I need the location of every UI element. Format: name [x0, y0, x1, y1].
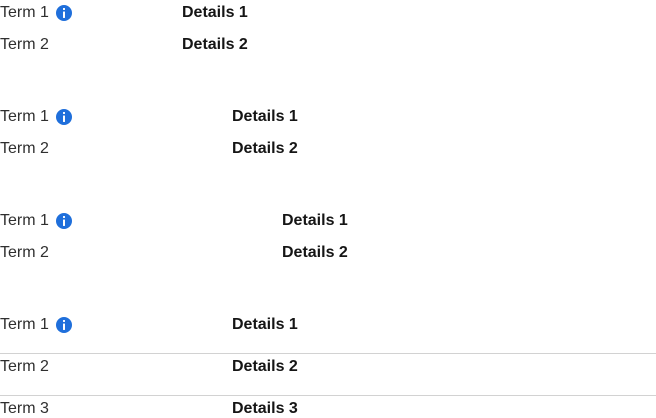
info-icon[interactable] [55, 109, 72, 125]
details-value: Details 2 [232, 358, 298, 375]
term-cell: Term 1 [0, 208, 72, 234]
description-list-row: Term 2 Details 2 [0, 240, 656, 272]
term-cell: Term 2 [0, 136, 49, 162]
info-icon[interactable] [55, 213, 72, 229]
term-cell: Term 1 [0, 312, 72, 338]
description-list-row: Term 1 Details 1 [0, 208, 656, 240]
term-label: Term 1 [0, 108, 49, 125]
details-value: Details 3 [232, 400, 298, 417]
term-label: Term 2 [0, 244, 49, 261]
term-cell: Term 1 [0, 104, 72, 130]
description-list-row: Term 2 Details 2 [0, 32, 656, 64]
details-value: Details 1 [182, 4, 248, 21]
term-label: Term 1 [0, 316, 49, 333]
term-label: Term 1 [0, 212, 49, 229]
description-list-row: Term 3 Details 3 [0, 396, 656, 418]
term-cell: Term 2 [0, 240, 49, 266]
term-cell: Term 2 [0, 32, 49, 58]
details-value: Details 2 [182, 36, 248, 53]
details-value: Details 1 [282, 212, 348, 229]
term-label: Term 1 [0, 4, 49, 21]
description-list-row: Term 2 Details 2 [0, 354, 656, 396]
description-list-row: Term 1 Details 1 [0, 0, 656, 32]
term-cell: Term 2 [0, 354, 49, 380]
description-list-row: Term 1 Details 1 [0, 104, 656, 136]
details-value: Details 1 [232, 316, 298, 333]
details-value: Details 2 [282, 244, 348, 261]
details-value: Details 2 [232, 140, 298, 157]
term-label: Term 2 [0, 140, 49, 157]
description-list-row: Term 1 Details 1 [0, 312, 656, 354]
description-list-3: Term 1 Details 1 Term 2 Details 2 [0, 208, 656, 272]
term-label: Term 2 [0, 358, 49, 375]
description-list-row: Term 2 Details 2 [0, 136, 656, 168]
info-icon[interactable] [55, 317, 72, 333]
term-cell: Term 3 [0, 396, 49, 418]
details-value: Details 1 [232, 108, 298, 125]
term-label: Term 3 [0, 400, 49, 417]
description-list-1: Term 1 Details 1 Term 2 Details 2 [0, 0, 656, 64]
term-cell: Term 1 [0, 0, 72, 26]
info-icon[interactable] [55, 5, 72, 21]
description-list-4-bordered: Term 1 Details 1 Term 2 Details 2 Term 3… [0, 312, 656, 418]
description-list-2: Term 1 Details 1 Term 2 Details 2 [0, 104, 656, 168]
term-label: Term 2 [0, 36, 49, 53]
